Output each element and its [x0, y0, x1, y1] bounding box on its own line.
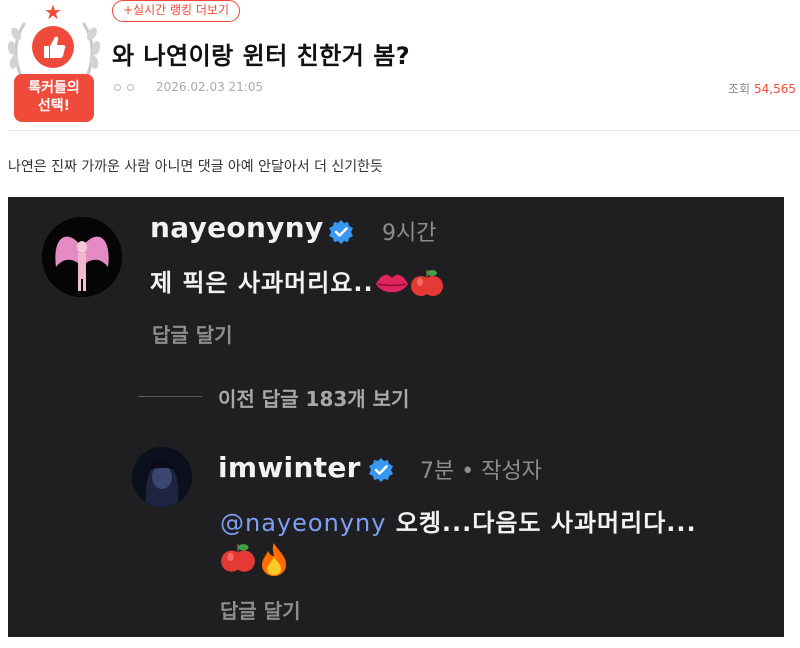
post-meta: 2026.02.03 21:05 [114, 80, 263, 94]
apple-icon [221, 544, 255, 572]
best-pick-badge: ★ 톡커들의 선택! [6, 2, 102, 124]
comment-time: 7분 • 작성자 [420, 459, 542, 484]
thumbs-up-icon [44, 36, 66, 58]
verified-badge-icon [329, 220, 353, 244]
divider [8, 130, 800, 131]
comment-time: 9시간 [382, 221, 437, 246]
avatar-image [42, 217, 122, 297]
dot-icon [114, 83, 121, 91]
mention-link[interactable]: @nayeonyny [220, 509, 386, 537]
views-label: 조회 [727, 82, 750, 96]
apple-icon [410, 270, 443, 296]
thread-line [138, 396, 202, 397]
post-body: 나연은 진짜 가까운 사람 아니면 댓글 아예 안달아서 더 신기한듯 [8, 159, 383, 175]
dot-icon [127, 83, 134, 91]
username-imwinter[interactable]: imwinter [218, 451, 361, 484]
reply-button[interactable]: 답글 달기 [152, 319, 233, 348]
fire-icon [262, 543, 286, 576]
avatar-imwinter [132, 447, 192, 507]
kiss-lips-icon [375, 274, 408, 293]
realtime-ranking-link[interactable]: +실시간 랭킹 더보기 [112, 0, 241, 22]
badge-label: 톡커들의 선택! [14, 74, 94, 122]
avatar-image [132, 447, 192, 507]
views-number: 54,565 [754, 82, 796, 96]
verified-badge-icon [369, 458, 393, 482]
comment-text: @nayeonyny 오켕...다음도 사과머리다... [220, 509, 697, 537]
post-title: 와 나연이랑 윈터 친한거 봄? [112, 42, 411, 70]
reply-button[interactable]: 답글 달기 [220, 595, 301, 624]
embedded-screenshot: nayeonyny 9시간 제 픽은 사과머리요.. 답글 달기 이전 답글 1… [8, 197, 784, 637]
view-count: 조회 54,565 [728, 80, 796, 97]
username-nayeonyny[interactable]: nayeonyny [150, 211, 324, 244]
post-date: 2026.02.03 21:05 [156, 80, 264, 94]
avatar-nayeonyny [42, 217, 122, 297]
comment-emojis [220, 541, 292, 577]
comment-text: 제 픽은 사과머리요.. [150, 263, 444, 301]
view-previous-replies[interactable]: 이전 답글 183개 보기 [218, 383, 409, 412]
